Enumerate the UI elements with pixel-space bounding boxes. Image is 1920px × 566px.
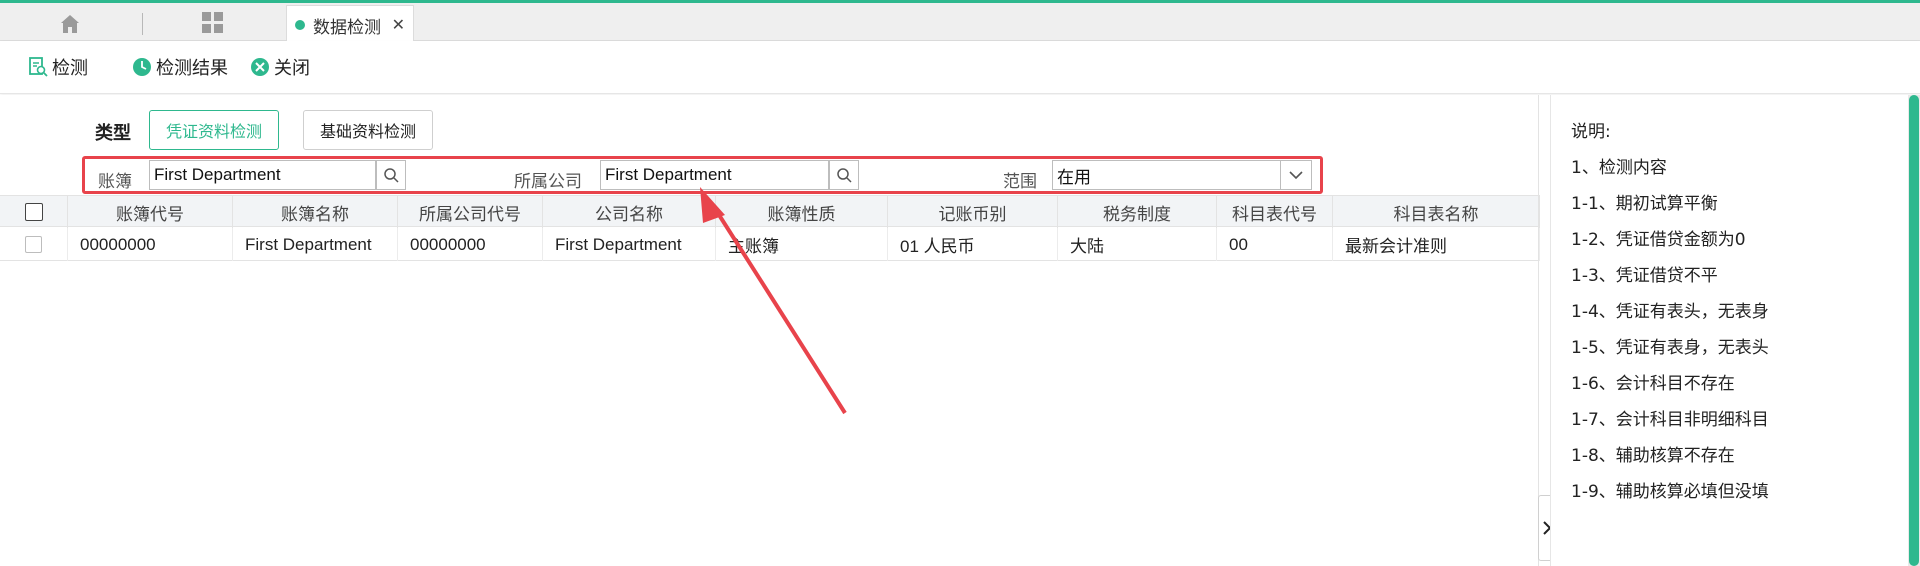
voucher-check-button[interactable]: 凭证资料检测	[149, 110, 280, 150]
home-icon[interactable]	[52, 10, 88, 38]
note-line: 1-5、凭证有表身，无表头	[1571, 338, 1769, 358]
company-search-button[interactable]	[829, 160, 859, 190]
detect-result-label: 检测结果	[156, 58, 228, 79]
col-ledger-type[interactable]: 账簿性质	[716, 196, 888, 228]
table-header: 账簿代号 账簿名称 所属公司代号 公司名称 账簿性质 记账币别 税务制度 科目表…	[0, 195, 1540, 228]
chevron-down-icon	[1289, 171, 1303, 180]
detect-label: 检测	[52, 58, 88, 79]
cell-ledger-name: First Department	[233, 228, 398, 261]
col-company-name[interactable]: 公司名称	[543, 196, 716, 228]
clock-icon	[133, 58, 151, 76]
row-checkbox[interactable]	[25, 236, 42, 253]
apps-grid-icon[interactable]	[195, 8, 231, 38]
row-select-cell	[0, 228, 68, 261]
note-line: 1-7、会计科目非明细科目	[1571, 410, 1769, 430]
close-icon[interactable]: ✕	[392, 15, 405, 34]
detect-result-button[interactable]: 检测结果	[132, 53, 228, 81]
cell-account-table-name: 最新会计准则	[1333, 228, 1540, 261]
note-line: 1-9、辅助核算必填但没填	[1571, 482, 1769, 502]
tab-bar: 数据检测 ✕	[0, 0, 1920, 44]
select-all-cell	[0, 196, 68, 228]
close-label: 关闭	[274, 58, 310, 79]
scrollbar-thumb[interactable]	[1909, 95, 1919, 566]
search-icon	[837, 168, 852, 183]
cell-tax-system: 大陆	[1058, 228, 1217, 261]
close-circle-icon	[251, 58, 269, 76]
scope-dropdown-button[interactable]	[1280, 160, 1312, 190]
col-account-table-name[interactable]: 科目表名称	[1333, 196, 1540, 228]
note-line: 1-3、凭证借贷不平	[1571, 266, 1718, 286]
search-icon	[384, 168, 399, 183]
note-line: 1-2、凭证借贷金额为0	[1571, 230, 1746, 250]
cell-ledger-code: 00000000	[68, 228, 233, 261]
cell-ledger-type: 主账簿	[716, 228, 888, 261]
note-line: 1-4、凭证有表头，无表身	[1571, 302, 1769, 322]
cell-company-name: First Department	[543, 228, 716, 261]
col-tax-system[interactable]: 税务制度	[1058, 196, 1217, 228]
main-content: 类型 凭证资料检测 基础资料检测 账簿 First Department 所属公…	[0, 95, 1556, 566]
toolbar: 检测 检测结果 关闭	[0, 41, 1920, 94]
ledger-search-button[interactable]	[376, 160, 406, 190]
close-button[interactable]: 关闭	[250, 53, 310, 81]
col-ledger-name[interactable]: 账簿名称	[233, 196, 398, 228]
cell-company-code: 00000000	[398, 228, 543, 261]
table-row[interactable]: 00000000 First Department 00000000 First…	[0, 228, 1540, 261]
tab-separator	[142, 13, 143, 35]
note-line: 1-6、会计科目不存在	[1571, 374, 1735, 394]
col-currency[interactable]: 记账币别	[888, 196, 1058, 228]
notes-panel: 说明: 1、检测内容 1-1、期初试算平衡 1-2、凭证借贷金额为0 1-3、凭…	[1550, 95, 1920, 566]
col-account-table-code[interactable]: 科目表代号	[1217, 196, 1333, 228]
tab-data-check[interactable]: 数据检测 ✕	[286, 5, 414, 44]
cell-currency: 01 人民币	[888, 228, 1058, 261]
detect-button[interactable]: 检测	[28, 53, 88, 81]
basic-data-check-button[interactable]: 基础资料检测	[303, 110, 434, 150]
note-line: 1-8、辅助核算不存在	[1571, 446, 1735, 466]
cell-account-table-code: 00	[1217, 228, 1333, 261]
note-line: 1-1、期初试算平衡	[1571, 194, 1718, 214]
notes-title: 说明:	[1571, 122, 1611, 142]
type-label: 类型	[95, 123, 131, 144]
tab-label: 数据检测	[313, 17, 381, 38]
active-dot-icon	[295, 20, 305, 30]
company-label: 所属公司	[514, 172, 582, 192]
scope-select[interactable]: 在用	[1052, 160, 1281, 190]
col-ledger-code[interactable]: 账簿代号	[68, 196, 233, 228]
ledger-label: 账簿	[98, 172, 132, 192]
select-all-checkbox[interactable]	[24, 203, 43, 221]
document-search-icon	[29, 57, 48, 77]
note-line: 1、检测内容	[1571, 158, 1667, 178]
ledger-input[interactable]: First Department	[149, 160, 376, 190]
col-company-code[interactable]: 所属公司代号	[398, 196, 543, 228]
scope-label: 范围	[1003, 172, 1037, 192]
company-input[interactable]: First Department	[600, 160, 829, 190]
